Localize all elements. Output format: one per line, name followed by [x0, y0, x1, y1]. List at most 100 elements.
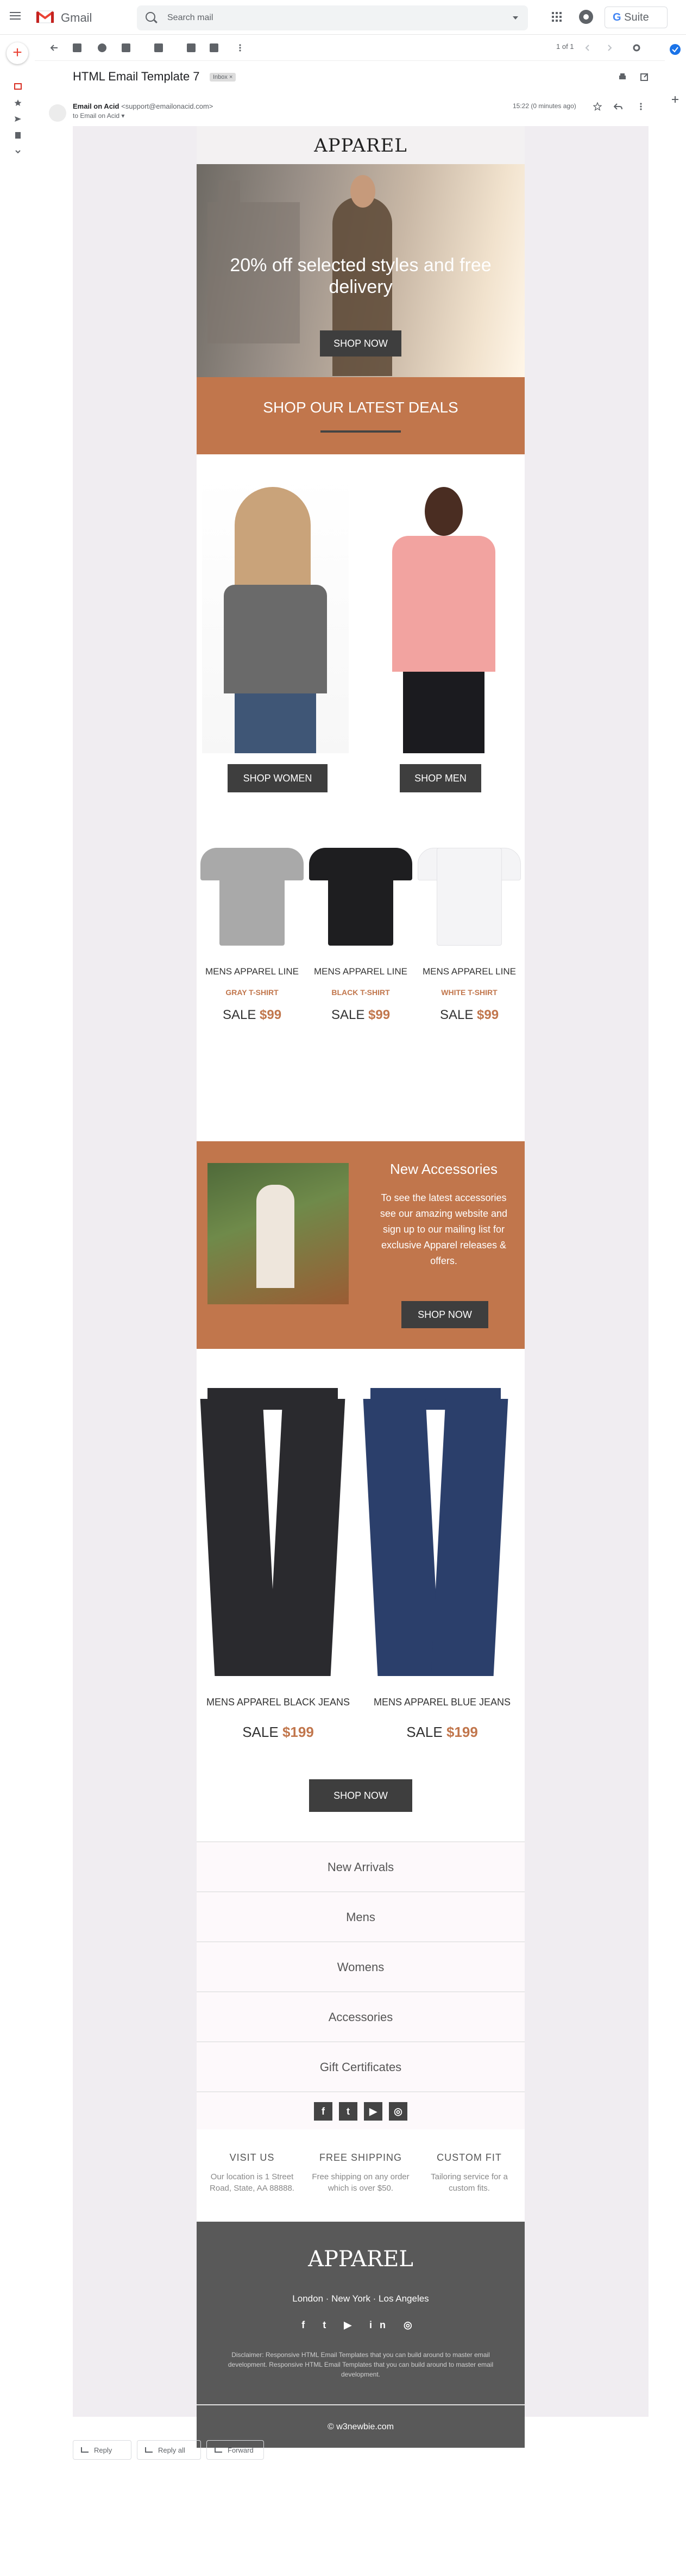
account-icon[interactable] — [579, 10, 593, 24]
add-addon-icon[interactable] — [671, 96, 679, 103]
archive-icon[interactable] — [73, 43, 81, 52]
black-tshirt-image[interactable] — [309, 837, 412, 946]
sale-label: SALE — [439, 1008, 477, 1022]
older-icon[interactable] — [583, 43, 592, 52]
footer-nav-list: New Arrivals Mens Womens Accessories Gif… — [197, 1841, 525, 2129]
white-tshirt-image[interactable] — [418, 837, 521, 946]
reply-icon[interactable] — [614, 102, 622, 111]
back-icon[interactable] — [50, 43, 59, 52]
feature-free-shipping: FREE SHIPPING Free shipping on any order … — [312, 2152, 410, 2194]
reply-all-button[interactable]: Reply all — [137, 2440, 201, 2460]
search-bar[interactable]: Search mail — [137, 5, 528, 30]
nav-womens[interactable]: Womens — [197, 1941, 525, 1991]
men-model-image[interactable] — [370, 476, 517, 753]
feature-custom-fit: CUSTOM FIT Tailoring service for a custom… — [420, 2152, 518, 2194]
women-men-section: SHOP WOMEN SHOP MEN — [197, 454, 525, 837]
accessories-shop-now-button[interactable]: SHOP NOW — [401, 1301, 488, 1328]
forward-button[interactable]: Forward — [206, 2440, 264, 2460]
reply-arrow-icon — [81, 2447, 89, 2453]
footer-disclaimer: Disclaimer: Responsive HTML Email Templa… — [228, 2351, 494, 2378]
move-to-icon[interactable] — [187, 43, 196, 52]
open-new-window-icon[interactable] — [640, 73, 649, 82]
inbox-icon[interactable] — [14, 83, 22, 90]
snoozed-icon[interactable] — [14, 115, 22, 123]
starred-icon[interactable] — [14, 99, 22, 107]
nav-accessories[interactable]: Accessories — [197, 1991, 525, 2041]
footer-cities: London · New York · Los Angeles — [292, 2293, 429, 2304]
jeans-section: MENS APPAREL BLACK JEANS MENS APPAREL BL… — [197, 1349, 525, 1841]
footer-brand-logo[interactable]: APPAREL — [197, 2247, 525, 2272]
product-card-black-tshirt[interactable]: MENS APPAREL LINE BLACK T-SHIRT SALE $99 — [306, 837, 415, 1023]
accessories-title: New Accessories — [390, 1161, 498, 1177]
delete-icon[interactable] — [122, 43, 130, 52]
newer-icon[interactable] — [605, 43, 614, 52]
footer-social-icons[interactable]: f t ▶ in ◎ — [197, 2319, 525, 2331]
forward-arrow-icon — [215, 2447, 222, 2453]
inbox-label-badge[interactable]: Inbox × — [210, 73, 236, 82]
black-jeans-image[interactable] — [200, 1388, 345, 1676]
twitter-icon[interactable]: t — [339, 2102, 357, 2121]
product-variant[interactable]: GRAY T-SHIRT — [198, 988, 306, 997]
gsuite-label: Suite — [621, 11, 649, 23]
search-input[interactable]: Search mail — [167, 13, 213, 23]
product-name: MENS APPAREL LINE — [314, 966, 407, 977]
menu-icon[interactable] — [10, 12, 21, 20]
message-toolbar: 1 of 1 — [35, 35, 665, 61]
youtube-icon[interactable]: ▶ — [364, 2102, 382, 2121]
drafts-icon[interactable] — [14, 132, 22, 139]
gsuite-g: G — [613, 11, 621, 23]
sale-label: SALE — [331, 1008, 368, 1022]
email-brand-header[interactable]: APPAREL — [197, 126, 525, 164]
product-sale: SALE $99 — [306, 1008, 415, 1023]
blue-jeans-sale: SALE $199 — [361, 1724, 524, 1741]
label-icon[interactable] — [210, 43, 218, 52]
product-sale: SALE $99 — [415, 1008, 524, 1023]
shop-women-button[interactable]: SHOP WOMEN — [228, 764, 328, 792]
product-price: $99 — [368, 1008, 391, 1022]
nav-mens[interactable]: Mens — [197, 1891, 525, 1941]
apps-grid-icon[interactable] — [552, 12, 562, 22]
pager-count: 1 of 1 — [556, 42, 574, 51]
nav-gift-certificates[interactable]: Gift Certificates — [197, 2041, 525, 2091]
deals-banner: SHOP OUR LATEST DEALS — [197, 377, 525, 454]
deals-divider — [320, 430, 401, 433]
search-icon[interactable] — [146, 12, 155, 22]
instagram-icon[interactable]: ◎ — [389, 2102, 407, 2121]
accessories-photo[interactable] — [207, 1163, 349, 1304]
black-jeans-price: $199 — [282, 1724, 314, 1740]
women-model-image[interactable] — [202, 476, 349, 753]
blue-jeans-image[interactable] — [363, 1388, 508, 1676]
star-icon[interactable] — [593, 102, 602, 111]
product-card-gray-tshirt[interactable]: MENS APPAREL LINE GRAY T-SHIRT SALE $99 — [198, 837, 306, 1023]
black-jeans-sale: SALE $199 — [197, 1724, 360, 1741]
more-icon[interactable] — [14, 148, 22, 155]
compose-button[interactable]: + — [7, 42, 28, 64]
product-variant[interactable]: BLACK T-SHIRT — [306, 988, 415, 997]
recipient-line[interactable]: to Email on Acid ▾ — [73, 112, 124, 120]
nav-new-arrivals[interactable]: New Arrivals — [197, 1841, 525, 1891]
more-actions-icon[interactable] — [236, 43, 244, 52]
right-rail — [665, 35, 686, 143]
product-variant[interactable]: WHITE T-SHIRT — [415, 988, 524, 997]
tasks-icon[interactable] — [669, 43, 681, 55]
settings-gear-icon[interactable] — [632, 43, 641, 52]
reply-button[interactable]: Reply — [73, 2440, 131, 2460]
product-card-white-tshirt[interactable]: MENS APPAREL LINE WHITE T-SHIRT SALE $99 — [415, 837, 524, 1023]
search-options-icon[interactable] — [513, 16, 518, 20]
facebook-icon[interactable]: f — [314, 2102, 332, 2121]
gmail-logo-icon[interactable] — [36, 9, 54, 23]
jeans-shop-now-button[interactable]: SHOP NOW — [309, 1779, 412, 1812]
message-more-icon[interactable] — [637, 102, 645, 111]
product-price: $99 — [477, 1008, 499, 1022]
reply-all-arrow-icon — [145, 2447, 153, 2453]
print-icon[interactable] — [618, 73, 627, 82]
report-spam-icon[interactable] — [98, 43, 106, 52]
feature-visit-us: VISIT US Our location is 1 Street Road, S… — [203, 2152, 301, 2194]
gray-tshirt-image[interactable] — [200, 837, 304, 946]
hero-shop-now-button[interactable]: SHOP NOW — [320, 330, 401, 357]
gsuite-logo[interactable]: G Suite — [605, 7, 668, 28]
product-price: $99 — [260, 1008, 282, 1022]
sender-address: <support@emailonacid.com> — [119, 102, 213, 110]
mark-unread-icon[interactable] — [154, 43, 163, 52]
shop-men-button[interactable]: SHOP MEN — [400, 764, 481, 792]
